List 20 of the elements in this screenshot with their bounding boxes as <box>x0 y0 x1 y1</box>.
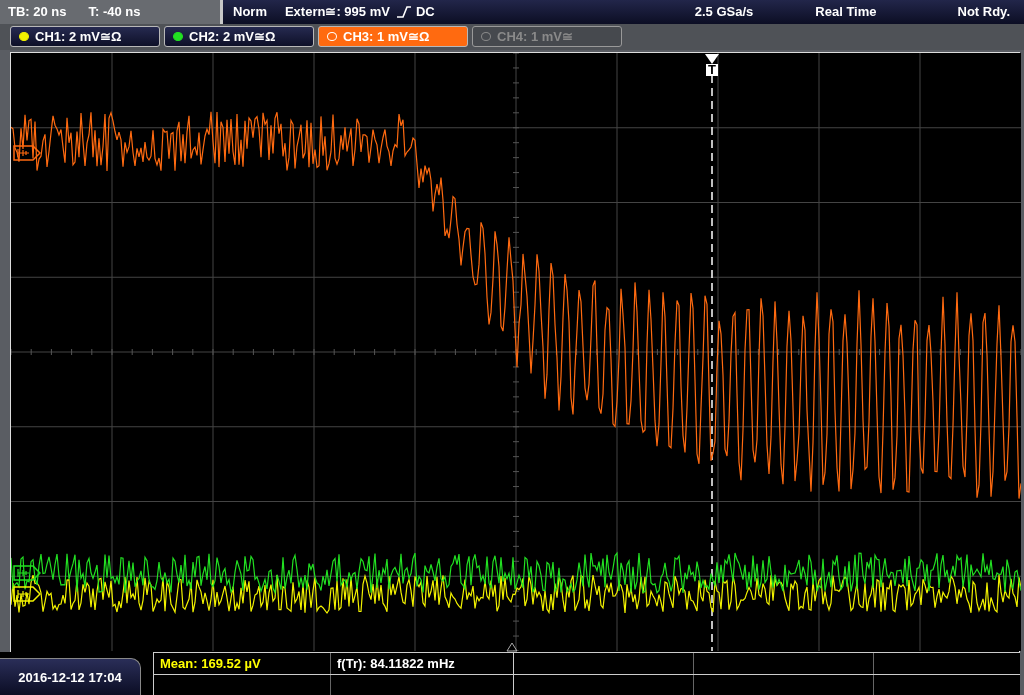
ground-marker-icon[interactable] <box>13 564 41 581</box>
sample-rate: 2.5 GSa/s <box>694 4 754 20</box>
trigger-label: T <box>706 63 718 76</box>
trigger-time-readout: T: -40 ns <box>88 4 141 20</box>
position-marker-icon <box>506 642 518 652</box>
trigger-coupling: DC <box>415 4 435 20</box>
ground-marker-icon[interactable] <box>13 144 41 161</box>
trigger-marker[interactable]: T <box>705 53 719 76</box>
channel-tab[interactable]: CH2: 2 mV≅Ω <box>164 26 314 48</box>
trigger-level: Extern≅: 995 mV <box>284 4 390 20</box>
measurement-value: Mean: 169.52 µV <box>160 655 261 671</box>
triangle-icon <box>705 53 719 64</box>
measurement-value: f(Tr): 84.11822 mHz <box>337 655 455 671</box>
date-time: 2016-12-12 17:04 <box>0 658 141 695</box>
trigger-mode: Norm <box>233 4 267 20</box>
rising-edge-icon <box>395 5 412 19</box>
timebase-readout: TB: 20 ns <box>8 4 67 20</box>
channel-tab[interactable]: CH1: 2 mV≅Ω <box>10 26 160 48</box>
acquisition-mode: Real Time <box>815 4 877 20</box>
acquisition-state: Not Rdy. <box>957 4 1010 20</box>
